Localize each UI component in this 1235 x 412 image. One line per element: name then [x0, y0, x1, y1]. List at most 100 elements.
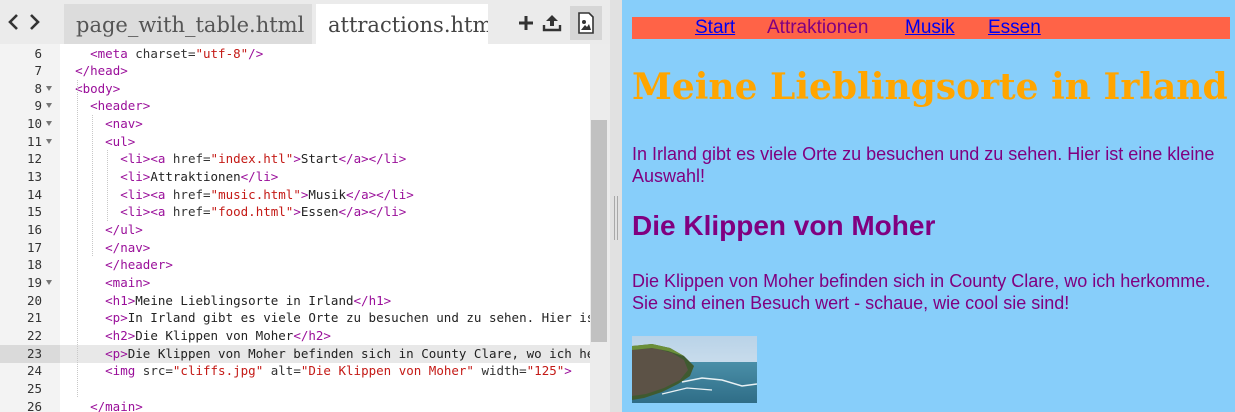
line-number: 13 [0, 168, 60, 186]
code-line[interactable]: <main> [60, 274, 590, 292]
line-number: 10 [0, 115, 60, 133]
code-token: Die Klippen von Moher [135, 327, 294, 343]
code-line[interactable]: <h1>Meine Lieblingsorte in Irland</h1> [60, 292, 590, 310]
plus-icon [519, 16, 533, 30]
code-line[interactable]: <ul> [60, 133, 590, 151]
fold-arrow-icon[interactable] [46, 103, 52, 109]
line-number-label: 23 [26, 345, 42, 361]
fold-arrow-icon[interactable] [46, 138, 52, 144]
line-number: 8 [0, 80, 60, 98]
code-token: /> [248, 45, 264, 61]
code-token: </nav> [105, 239, 151, 255]
code-line[interactable] [60, 380, 590, 398]
code-token: <p> [105, 310, 128, 326]
code-token: Essen [300, 204, 339, 220]
code-line[interactable]: </header> [60, 256, 590, 274]
line-number: 26 [0, 398, 60, 412]
line-number: 25 [0, 380, 60, 398]
code-token: <nav> [105, 116, 143, 132]
line-number: 15 [0, 203, 60, 221]
line-number-label: 18 [26, 257, 42, 273]
code-line[interactable]: <h2>Die Klippen von Moher</h2> [60, 327, 590, 345]
line-number: 19 [0, 274, 60, 292]
splitter-grip-icon[interactable] [614, 196, 618, 240]
code-line[interactable]: <header> [60, 97, 590, 115]
line-number: 6 [0, 45, 60, 63]
code-line[interactable]: </main> [60, 398, 590, 412]
code-token: <li><a [120, 151, 173, 167]
code-token: alt= [263, 363, 301, 379]
code-token: src= [142, 363, 173, 379]
code-token: In Irland gibt es viele Orte zu besuchen… [127, 310, 590, 326]
code-token: Die Klippen von Moher befinden sich in C… [127, 345, 590, 361]
code-token: "125" [526, 363, 565, 379]
code-line[interactable]: </ul> [60, 221, 590, 239]
code-line[interactable]: <img src="cliffs.jpg" alt="Die Klippen v… [60, 362, 590, 380]
code-line[interactable]: <p>Die Klippen von Moher befinden sich i… [60, 344, 590, 363]
tab-page-with-table[interactable]: page_with_table.html [64, 4, 312, 44]
editor-scrollbar-thumb[interactable] [591, 120, 607, 342]
add-file-button[interactable] [512, 6, 540, 40]
code-area[interactable]: <meta charset="utf-8"/> </head> <body> <… [60, 44, 590, 412]
line-number-label: 25 [26, 380, 42, 396]
fold-arrow-icon[interactable] [46, 121, 52, 127]
line-number: 17 [0, 239, 60, 257]
line-number-label: 19 [26, 274, 42, 290]
code-token: <li><a [120, 186, 173, 202]
code-token: href= [172, 186, 211, 202]
line-number-label: 13 [26, 169, 42, 185]
code-token: <meta [90, 45, 136, 61]
line-number: 14 [0, 186, 60, 204]
code-line[interactable]: <li><a href="music.html">Musik</a></li> [60, 186, 590, 204]
code-token: "cliffs.jpg" [172, 363, 264, 379]
fold-arrow-icon[interactable] [46, 85, 52, 91]
tab-attractions[interactable]: attractions.html [316, 4, 488, 44]
line-number-label: 14 [26, 186, 42, 202]
indent-guide [92, 115, 94, 257]
line-number-label: 21 [26, 310, 42, 326]
code-line[interactable]: <li><a href="food.html">Essen</a></li> [60, 203, 590, 221]
upload-button[interactable] [538, 6, 566, 40]
code-line[interactable]: </head> [60, 62, 590, 80]
line-number: 9 [0, 97, 60, 115]
line-number-label: 22 [26, 327, 42, 343]
nav-link-essen[interactable]: Essen [988, 17, 1041, 39]
code-token: charset= [135, 45, 196, 61]
code-line[interactable]: <meta charset="utf-8"/> [60, 45, 590, 63]
code-line[interactable]: <body> [60, 80, 590, 98]
forward-arrow-icon[interactable] [24, 8, 44, 36]
back-arrow-icon[interactable] [4, 8, 24, 36]
code-token: href= [172, 204, 211, 220]
code-line[interactable]: <p>In Irland gibt es viele Orte zu besuc… [60, 309, 590, 327]
code-line[interactable]: </nav> [60, 239, 590, 257]
image-preview-button[interactable] [570, 6, 602, 40]
code-token: "music.html" [210, 186, 301, 202]
nav-link-start[interactable]: Start [695, 17, 735, 39]
image-file-icon [578, 12, 594, 34]
code-token: "Die Klippen von Moher" [300, 363, 474, 379]
cliffs-image [632, 336, 757, 403]
code-token: <li> [120, 169, 151, 185]
preview-cliffs-paragraph: Die Klippen von Moher befinden sich in C… [632, 271, 1211, 313]
code-editor-pane[interactable]: page_with_table.html attractions.html 6 7… [0, 0, 610, 412]
code-token: "food.html" [210, 204, 294, 220]
fold-arrow-icon[interactable] [46, 279, 52, 285]
code-line[interactable]: <nav> [60, 115, 590, 133]
line-number-label: 7 [34, 63, 42, 79]
preview-heading: Meine Lieblingsorte in Irland [632, 66, 1228, 108]
code-line[interactable]: <li><a href="index.htl">Start</a></li> [60, 150, 590, 168]
code-token: </h1> [353, 292, 392, 308]
line-number-label: 26 [26, 398, 42, 412]
nav-link-musik[interactable]: Musik [905, 17, 955, 39]
code-token: Attraktionen [150, 169, 241, 185]
code-token: width= [473, 363, 527, 379]
line-number: 18 [0, 256, 60, 274]
code-token: Meine Lieblingsorte in Irland [135, 292, 354, 308]
nav-item-attraktionen: Attraktionen [767, 17, 869, 38]
line-number-label: 20 [26, 292, 42, 308]
preview-subheading: Die Klippen von Moher [632, 210, 936, 241]
line-number-label: 24 [26, 363, 42, 379]
line-number: 21 [0, 309, 60, 327]
code-line[interactable]: <li>Attraktionen</li> [60, 168, 590, 186]
line-number-label: 15 [26, 204, 42, 220]
